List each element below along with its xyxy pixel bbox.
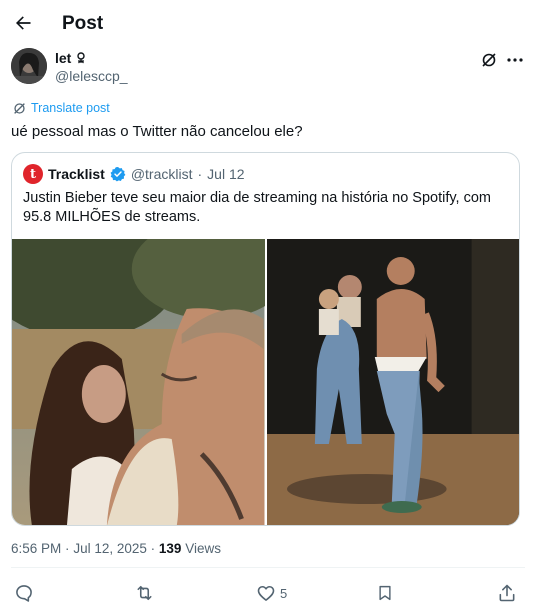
meta-separator: ·	[150, 541, 156, 556]
grok-icon	[482, 53, 496, 67]
more-dots-icon	[507, 58, 523, 62]
user-handle[interactable]: @lelesccp_	[55, 68, 128, 84]
author-name-line: let	[55, 50, 87, 66]
meta-separator: ·	[65, 541, 70, 556]
grok-button[interactable]	[479, 50, 499, 70]
tweet-text: ué pessoal mas o Twitter não cancelou el…	[11, 123, 303, 140]
quoted-display-name[interactable]: Tracklist	[48, 166, 105, 182]
more-options-button[interactable]	[503, 50, 527, 70]
bookmark-icon	[379, 585, 391, 601]
post-date[interactable]: Jul 12, 2025	[73, 541, 147, 556]
display-name[interactable]: let	[55, 50, 71, 66]
divider	[11, 567, 525, 568]
translate-icon	[14, 102, 25, 114]
reply-icon	[16, 585, 32, 602]
arrow-left-icon	[16, 16, 31, 30]
avatar[interactable]	[11, 48, 47, 84]
share-button[interactable]	[497, 578, 517, 605]
repost-icon	[137, 585, 152, 601]
bookmark-button[interactable]	[376, 578, 394, 605]
verified-badge-icon	[110, 167, 126, 182]
share-icon	[499, 584, 515, 602]
quoted-handle[interactable]: @tracklist	[131, 166, 193, 182]
back-button[interactable]	[6, 6, 40, 40]
like-button[interactable]: 5	[256, 578, 287, 605]
reply-button[interactable]	[14, 578, 34, 605]
heart-icon	[257, 585, 275, 601]
quoted-date[interactable]: Jul 12	[207, 166, 244, 182]
quoted-post[interactable]: t Tracklist @tracklist · Jul 12 Justin B…	[11, 152, 520, 526]
quoted-avatar[interactable]: t	[23, 164, 43, 184]
like-count: 5	[280, 585, 288, 601]
author-row: let @lelesccp_	[11, 48, 525, 88]
translate-post-link[interactable]: Translate post	[13, 101, 110, 115]
quoted-media-grid	[12, 239, 519, 525]
repost-button[interactable]	[134, 578, 155, 605]
quoted-post-text: Justin Bieber teve seu maior dia de stre…	[23, 190, 491, 225]
views-count: 139	[158, 541, 182, 556]
top-bar: Post	[0, 0, 536, 46]
views-label: Views	[185, 541, 221, 556]
translate-label: Translate post	[31, 101, 110, 115]
quoted-post-header: t Tracklist @tracklist · Jul 12	[23, 164, 245, 184]
post-time[interactable]: 6:56 PM	[11, 541, 61, 556]
quoted-photo-left[interactable]	[12, 239, 265, 525]
quoted-separator: ·	[197, 166, 203, 182]
post-metadata: 6:56 PM · Jul 12, 2025 · 139 Views	[11, 541, 221, 556]
action-bar: 5	[0, 578, 536, 605]
emoji-icon	[77, 52, 86, 64]
quoted-photo-right[interactable]	[266, 239, 519, 525]
page-title: Post	[62, 13, 104, 34]
